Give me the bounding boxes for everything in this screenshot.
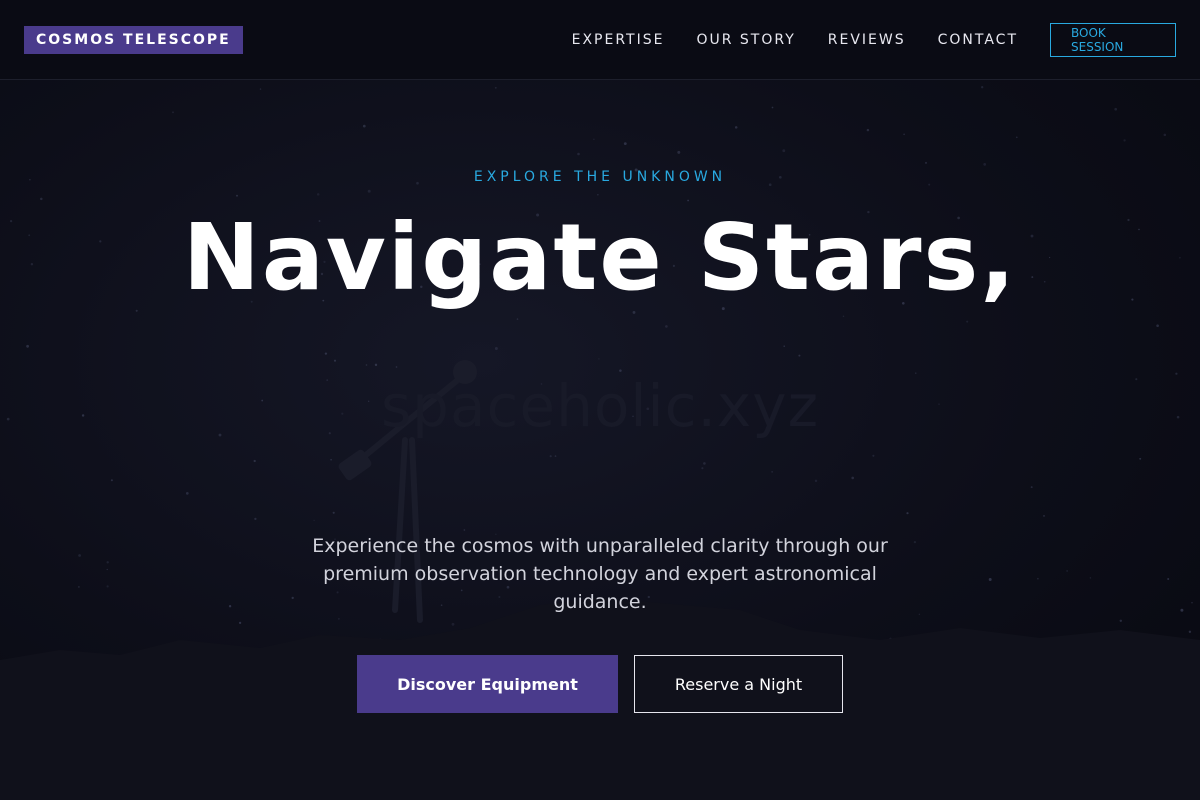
site-header: COSMOS TELESCOPE EXPERTISE OUR STORY REV… bbox=[0, 0, 1200, 80]
hero-description: Experience the cosmos with unparalleled … bbox=[312, 535, 888, 613]
site-logo[interactable]: COSMOS TELESCOPE bbox=[24, 25, 243, 54]
nav-link-expertise[interactable]: EXPERTISE bbox=[572, 32, 665, 48]
nav-link-our-story[interactable]: OUR STORY bbox=[696, 32, 795, 48]
nav-link-contact[interactable]: CONTACT bbox=[938, 32, 1018, 48]
discover-equipment-button[interactable]: Discover Equipment bbox=[357, 655, 618, 713]
reserve-night-button[interactable]: Reserve a Night bbox=[634, 655, 843, 713]
hero-eyebrow: EXPLORE THE UNKNOWN bbox=[473, 169, 727, 185]
hero-section: EXPLORE THE UNKNOWN Navigate Stars, Expe… bbox=[0, 0, 1200, 800]
main-nav: EXPERTISE OUR STORY REVIEWS CONTACT BOOK… bbox=[572, 22, 1176, 57]
hero-headline: Navigate Stars, bbox=[182, 204, 1018, 311]
nav-link-reviews[interactable]: REVIEWS bbox=[828, 32, 906, 48]
book-session-button[interactable]: BOOK SESSION bbox=[1050, 22, 1176, 57]
